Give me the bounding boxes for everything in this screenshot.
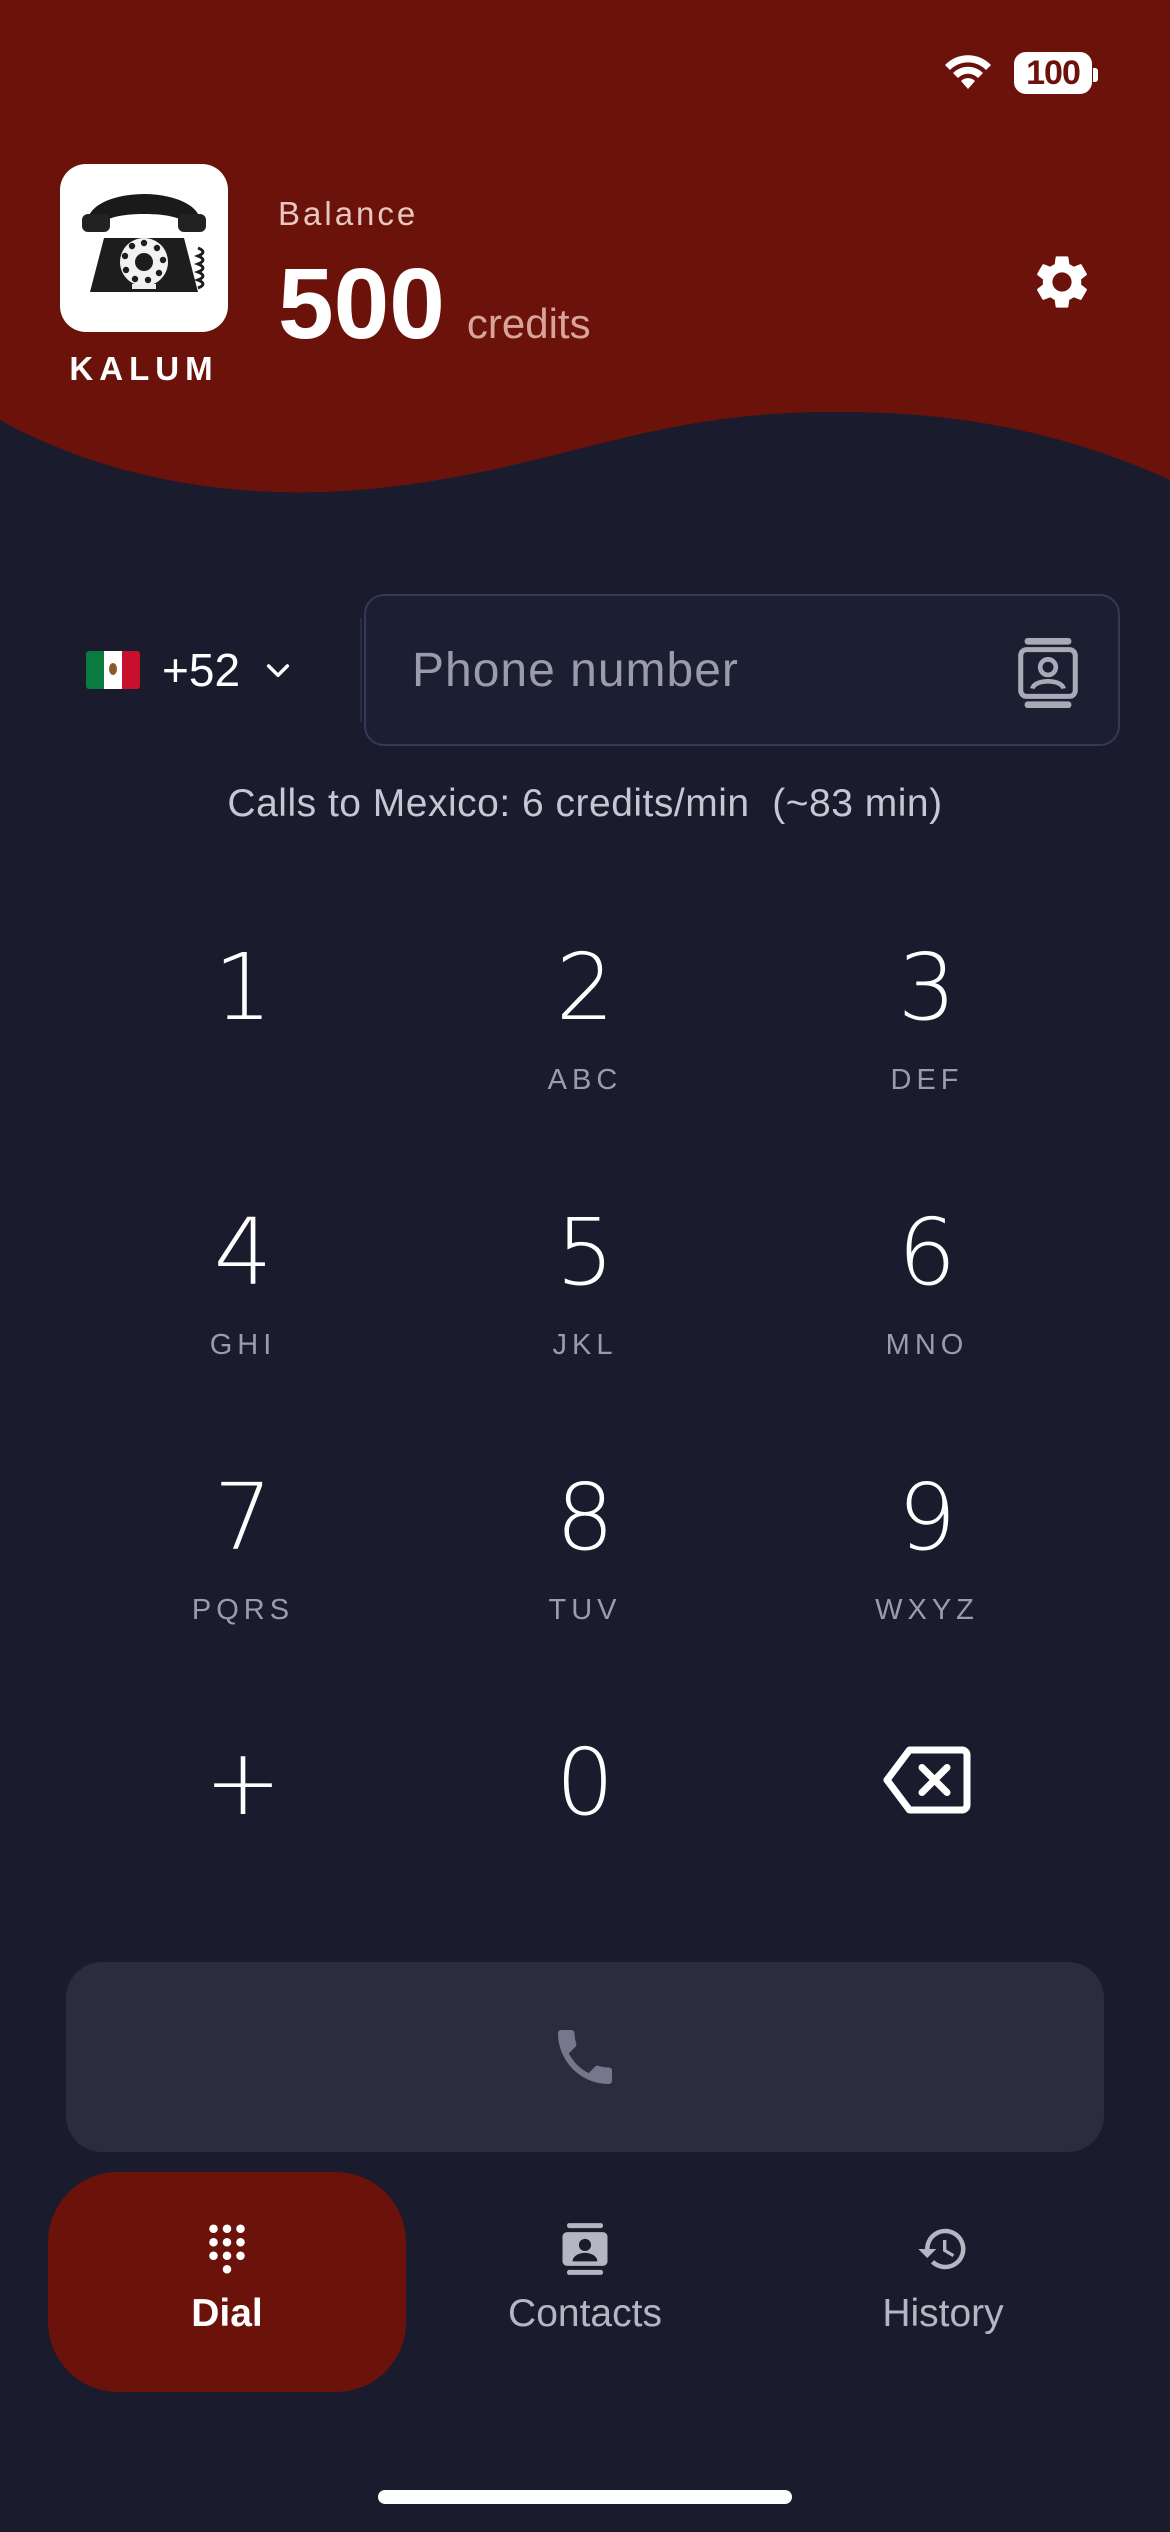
key-plus[interactable]: + xyxy=(93,1705,393,1925)
nav-contacts[interactable]: Contacts xyxy=(406,2172,764,2392)
key-0[interactable]: 0 xyxy=(435,1705,735,1925)
key-digit: 1 xyxy=(213,934,273,1041)
battery-level: 100 xyxy=(1026,53,1081,92)
key-letters: ABC xyxy=(547,1064,623,1096)
nav-dial[interactable]: Dial xyxy=(48,2172,406,2392)
key-letters: TUV xyxy=(548,1594,622,1626)
call-rate-info: Calls to Mexico: 6 credits/min (~83 min) xyxy=(227,782,943,825)
key-5[interactable]: 5 JKL xyxy=(435,1175,735,1395)
key-letters: MNO xyxy=(885,1329,969,1361)
key-digit: + xyxy=(204,1729,282,1836)
key-digit: 9 xyxy=(897,1464,957,1571)
key-7[interactable]: 7 PQRS xyxy=(93,1440,393,1660)
key-2[interactable]: 2 ABC xyxy=(435,910,735,1130)
key-digit: 2 xyxy=(555,934,615,1041)
key-digit: 6 xyxy=(897,1199,957,1306)
mexico-flag-icon xyxy=(86,651,140,689)
contacts-icon xyxy=(562,2223,608,2275)
key-backspace[interactable] xyxy=(777,1705,1077,1925)
key-3[interactable]: 3 DEF xyxy=(777,910,1077,1130)
key-letters: DEF xyxy=(890,1064,964,1096)
key-digit: 7 xyxy=(213,1464,273,1571)
phone-icon xyxy=(558,2030,612,2084)
history-icon xyxy=(918,2228,966,2270)
key-1[interactable]: 1 xyxy=(93,910,393,1130)
phone-number-input[interactable] xyxy=(412,642,972,698)
balance: 500 credits xyxy=(278,254,591,354)
gear-icon[interactable] xyxy=(1030,250,1094,314)
key-8[interactable]: 8 TUV xyxy=(435,1440,735,1660)
status-bar: 100 xyxy=(942,52,1098,94)
nav-dial-label: Dial xyxy=(191,2292,263,2335)
key-letters: GHI xyxy=(209,1329,277,1361)
wifi-icon xyxy=(945,55,991,89)
key-letters: WXYZ xyxy=(875,1594,979,1626)
nav-contacts-label: Contacts xyxy=(508,2292,662,2335)
balance-label: Balance xyxy=(278,195,419,232)
app-logo xyxy=(60,164,228,332)
battery-indicator: 100 xyxy=(1014,52,1098,94)
key-digit: 5 xyxy=(555,1199,615,1306)
divider xyxy=(360,618,362,722)
key-digit: 3 xyxy=(897,934,957,1041)
home-indicator xyxy=(378,2490,792,2504)
country-selector[interactable]: +52 xyxy=(86,640,294,700)
nav-history[interactable]: History xyxy=(764,2172,1122,2392)
backspace-icon xyxy=(883,1746,971,1814)
key-9[interactable]: 9 WXYZ xyxy=(777,1440,1077,1660)
nav-history-label: History xyxy=(882,2292,1004,2335)
key-letters: JKL xyxy=(552,1329,618,1361)
phone-number-field[interactable] xyxy=(364,594,1120,746)
app-name: KALUM xyxy=(69,350,219,387)
call-button[interactable] xyxy=(66,1962,1104,2152)
balance-value: 500 xyxy=(278,248,445,360)
key-6[interactable]: 6 MNO xyxy=(777,1175,1077,1395)
key-digit: 8 xyxy=(555,1464,615,1571)
key-4[interactable]: 4 GHI xyxy=(93,1175,393,1395)
key-digit: 0 xyxy=(555,1729,615,1836)
rotary-phone-icon xyxy=(82,194,206,292)
chevron-down-icon xyxy=(266,664,290,678)
dialpad-icon xyxy=(209,2224,245,2274)
country-code: +52 xyxy=(162,644,241,696)
balance-unit: credits xyxy=(466,300,591,347)
key-letters: PQRS xyxy=(191,1594,295,1626)
contact-book-icon[interactable] xyxy=(1016,636,1080,710)
key-digit: 4 xyxy=(213,1199,273,1306)
